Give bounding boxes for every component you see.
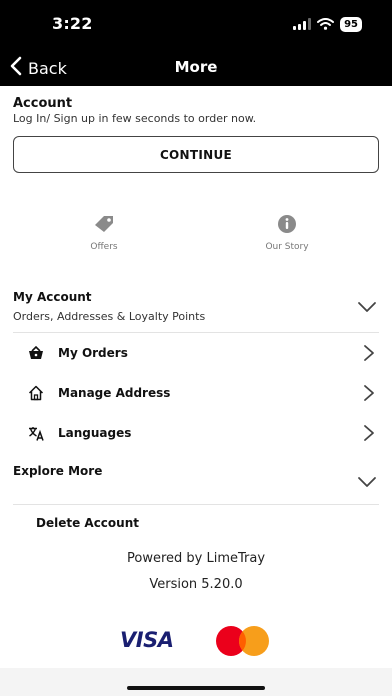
powered-by: Powered by LimeTray xyxy=(126,551,266,566)
basket-icon xyxy=(26,346,46,360)
offers-label: Offers xyxy=(90,242,118,252)
status-icons: 95 xyxy=(293,15,362,34)
chevron-down-icon xyxy=(357,473,377,492)
info-icon xyxy=(277,215,297,238)
wifi-icon xyxy=(317,15,335,34)
status-bar: 3:22 95 xyxy=(0,0,392,48)
our-story-label: Our Story xyxy=(265,242,309,252)
page-title: More xyxy=(174,58,218,76)
menu-item-label: My Orders xyxy=(58,346,128,360)
menu-item-manage-address[interactable]: Manage Address xyxy=(13,373,379,413)
visa-logo: VISA xyxy=(120,628,174,652)
account-title: Account xyxy=(13,96,73,111)
bottom-strip xyxy=(0,668,392,696)
nav-bar: Back More xyxy=(0,48,392,86)
my-account-subtitle: Orders, Addresses & Loyalty Points xyxy=(13,310,206,323)
menu-item-languages[interactable]: Languages xyxy=(13,413,379,453)
status-time: 3:22 xyxy=(52,14,93,33)
menu-item-my-orders[interactable]: My Orders xyxy=(13,333,379,373)
home-icon xyxy=(26,385,46,401)
explore-more-header[interactable]: Explore More xyxy=(13,464,379,492)
delete-account-button[interactable]: Delete Account xyxy=(36,516,139,530)
my-account-title: My Account xyxy=(13,290,92,304)
chevron-down-icon xyxy=(357,298,377,317)
home-indicator xyxy=(127,686,265,690)
mastercard-logo xyxy=(213,626,273,656)
signal-icon xyxy=(293,15,312,34)
divider xyxy=(13,504,379,505)
battery-indicator: 95 xyxy=(340,17,362,32)
chevron-right-icon xyxy=(363,384,375,406)
chevron-right-icon xyxy=(363,424,375,446)
translate-icon xyxy=(26,426,46,441)
explore-more-title: Explore More xyxy=(13,464,103,478)
app-version: Version 5.20.0 xyxy=(149,577,243,592)
menu-item-label: Languages xyxy=(58,426,132,440)
our-story-link[interactable]: Our Story xyxy=(227,214,347,252)
my-account-header[interactable]: My Account Orders, Addresses & Loyalty P… xyxy=(13,290,379,326)
account-subtitle: Log In/ Sign up in few seconds to order … xyxy=(13,112,257,125)
continue-button[interactable]: CONTINUE xyxy=(13,136,379,173)
offers-link[interactable]: Offers xyxy=(44,214,164,252)
chevron-right-icon xyxy=(363,344,375,366)
menu-item-label: Manage Address xyxy=(58,386,171,400)
tag-icon xyxy=(92,216,116,238)
